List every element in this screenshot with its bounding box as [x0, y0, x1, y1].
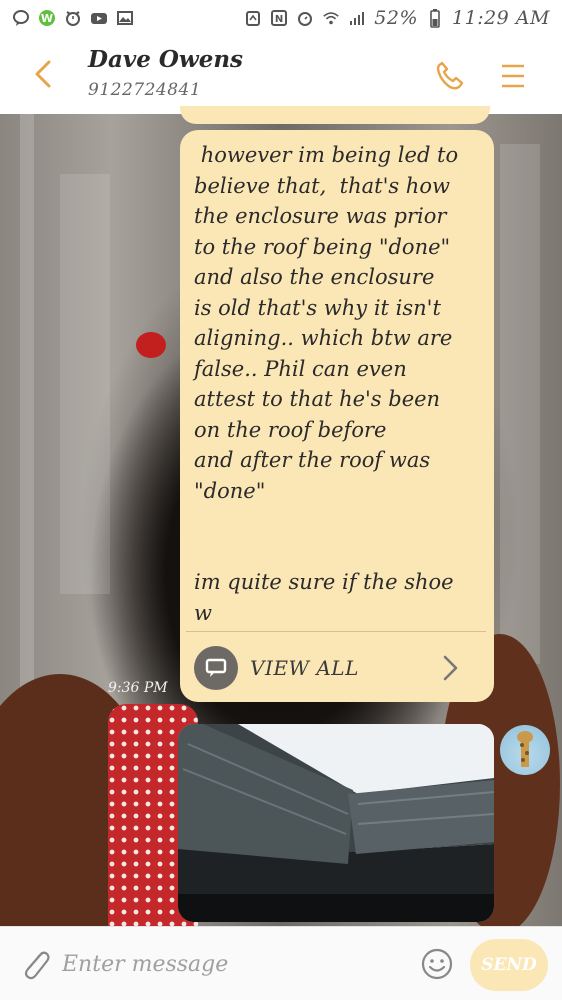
youtube-icon [90, 9, 108, 27]
hamburger-menu-icon [502, 64, 524, 88]
wifi-icon [322, 9, 340, 27]
message-text: however im being led to believe that, th… [194, 143, 459, 625]
status-right-icons: N 52% 11:29 AM [244, 7, 550, 29]
view-all-label: VIEW ALL [250, 656, 359, 680]
svg-text:N: N [275, 14, 283, 25]
contact-name[interactable]: Dave Owens [88, 46, 243, 73]
attach-button[interactable] [18, 945, 52, 983]
wallpaper-plank [500, 144, 540, 664]
chevron-right-icon [443, 655, 458, 681]
svg-text:W: W [41, 12, 53, 25]
signal-icon [348, 9, 366, 27]
image-message[interactable] [178, 724, 494, 922]
message-bubble-icon [194, 646, 238, 690]
send-button[interactable]: SEND [470, 939, 548, 991]
status-bar: W N 52% 11:29 AM [0, 0, 562, 36]
menu-button[interactable] [498, 58, 528, 94]
nfc-icon: N [270, 9, 288, 27]
view-all-button[interactable]: VIEW ALL [194, 645, 484, 691]
message-timestamp: 9:36 PM [108, 680, 168, 696]
status-left-icons: W [12, 9, 134, 27]
alarm-icon [64, 9, 82, 27]
contact-number: 9122724841 [88, 80, 202, 100]
phone-icon [436, 61, 464, 90]
wallpaper-plank [20, 114, 34, 714]
back-arrow-icon [35, 60, 51, 88]
w-app-icon: W [38, 9, 56, 27]
message-input[interactable] [62, 945, 402, 983]
wallpaper-hair-clip [136, 332, 166, 358]
clock: 11:29 AM [452, 7, 550, 29]
wallpaper-plank [60, 174, 110, 594]
alarm-icon [296, 9, 314, 27]
recycle-icon [244, 9, 262, 27]
bubble-divider [186, 631, 486, 632]
contact-avatar[interactable] [500, 725, 550, 775]
roof-photo [178, 724, 494, 922]
message-composer: SEND [0, 926, 562, 1000]
battery-percent: 52% [374, 7, 419, 29]
conversation-header: Dave Owens 9122724841 [0, 36, 562, 114]
smiley-icon [421, 948, 453, 980]
call-button[interactable] [432, 58, 468, 94]
back-button[interactable] [28, 56, 58, 92]
paperclip-icon [24, 951, 50, 980]
battery-icon [426, 9, 444, 28]
chat-icon [12, 9, 30, 27]
emoji-button[interactable] [420, 947, 454, 981]
gallery-icon [116, 9, 134, 27]
previous-bubble-tail [180, 106, 490, 124]
giraffe-avatar-icon [517, 731, 533, 767]
